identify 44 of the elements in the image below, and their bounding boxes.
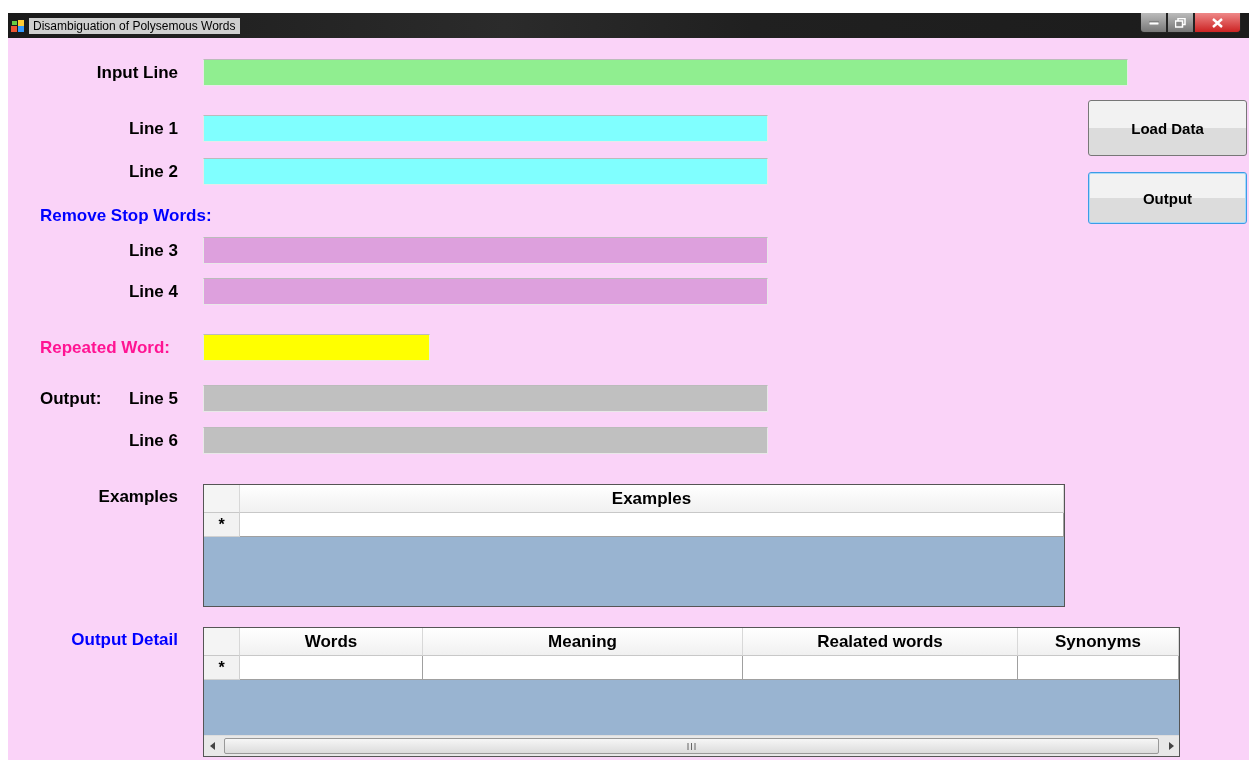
horizontal-scrollbar[interactable] xyxy=(204,735,1179,756)
field-label: Repeated Word: xyxy=(39,337,171,358)
scroll-thumb[interactable] xyxy=(224,738,1159,754)
action-button[interactable]: Load Data xyxy=(1088,100,1247,156)
scroll-right-icon[interactable] xyxy=(1168,742,1174,750)
section-heading: Remove Stop Words: xyxy=(40,206,212,226)
field-label: Line 3 xyxy=(128,240,178,261)
table-cell[interactable] xyxy=(423,656,743,680)
input-field[interactable] xyxy=(203,158,768,185)
table-cell[interactable] xyxy=(1018,656,1179,680)
minimize-button[interactable] xyxy=(1140,13,1167,33)
row-header xyxy=(204,628,240,656)
grip-icon xyxy=(687,742,696,750)
field-label: Line 6 xyxy=(128,430,178,451)
field-label: Line 2 xyxy=(128,161,178,182)
table-cell[interactable] xyxy=(240,656,423,680)
field-label: Line 4 xyxy=(128,281,178,302)
input-field[interactable] xyxy=(203,115,768,142)
input-field[interactable] xyxy=(203,385,768,412)
table-cell[interactable] xyxy=(240,513,1064,537)
grid-label: Output Detail xyxy=(71,629,178,650)
row-header xyxy=(204,485,240,513)
input-field[interactable] xyxy=(203,334,430,361)
window-title: Disambiguation of Polysemous Words xyxy=(29,17,240,34)
app-icon xyxy=(11,18,25,33)
minimize-icon xyxy=(1148,20,1159,25)
close-icon xyxy=(1212,17,1223,28)
input-field[interactable] xyxy=(203,59,1128,86)
field-label: Line 5 xyxy=(128,388,178,409)
field-label: Line 1 xyxy=(128,118,178,139)
input-field[interactable] xyxy=(203,427,768,454)
input-field[interactable] xyxy=(203,278,768,305)
scroll-left-icon[interactable] xyxy=(209,742,215,750)
table-cell[interactable] xyxy=(743,656,1018,680)
maximize-button[interactable] xyxy=(1167,13,1194,33)
new-row-marker: * xyxy=(204,656,240,680)
field-label: Input Line xyxy=(96,62,178,83)
restore-icon xyxy=(1175,17,1186,28)
close-button[interactable] xyxy=(1194,13,1241,33)
action-button[interactable]: Output xyxy=(1088,172,1247,224)
new-row-marker: * xyxy=(204,513,240,537)
input-field[interactable] xyxy=(203,237,768,264)
grid-label: Examples xyxy=(98,486,178,507)
section-label: Output: xyxy=(40,388,102,409)
